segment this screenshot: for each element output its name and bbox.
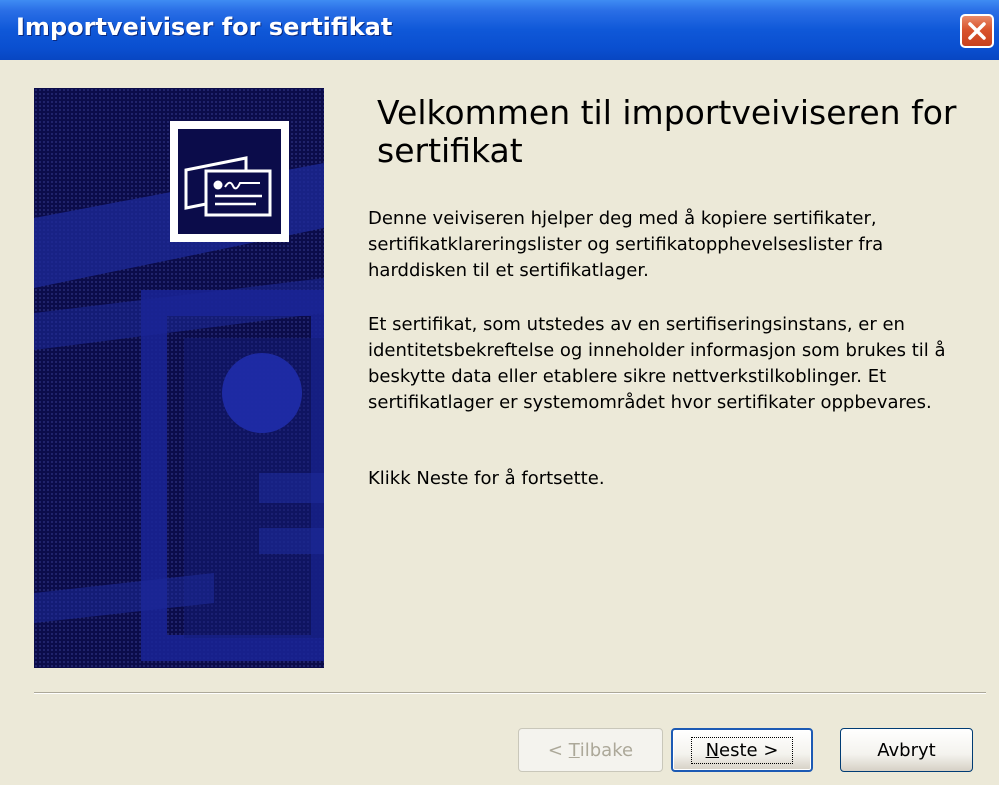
continue-instruction: Klikk Neste for å fortsette. xyxy=(368,468,605,489)
next-button-label: este > xyxy=(719,739,779,761)
back-button-label: ilbake xyxy=(579,739,634,761)
wizard-window: Importveiviser for sertifikat Velkommen … xyxy=(0,0,999,785)
intro-paragraph: Denne veiviseren hjelper deg med å kopie… xyxy=(368,208,884,281)
next-button[interactable]: Neste > xyxy=(671,728,813,772)
cancel-button[interactable]: Avbryt xyxy=(840,728,973,772)
window-title: Importveiviser for sertifikat xyxy=(16,13,393,41)
close-button[interactable] xyxy=(960,14,994,48)
title-bar[interactable]: Importveiviser for sertifikat xyxy=(0,0,999,60)
certificate-icon xyxy=(170,121,289,242)
back-button[interactable]: < Tilbake xyxy=(518,728,663,772)
cancel-button-label: Avbryt xyxy=(877,739,936,761)
back-button-prefix: < xyxy=(547,739,569,761)
wizard-heading: Velkommen til importveiviseren for serti… xyxy=(377,93,957,170)
next-button-mnemonic: N xyxy=(705,739,720,761)
wizard-watermark-graphic xyxy=(34,121,324,661)
button-separator xyxy=(34,692,986,694)
close-icon xyxy=(968,22,986,40)
wizard-side-image xyxy=(34,88,324,668)
back-button-mnemonic: T xyxy=(568,739,580,761)
next-button-focus: Neste > xyxy=(690,736,794,764)
certificate-description-paragraph: Et sertifikat, som utstedes av en sertif… xyxy=(368,314,946,413)
